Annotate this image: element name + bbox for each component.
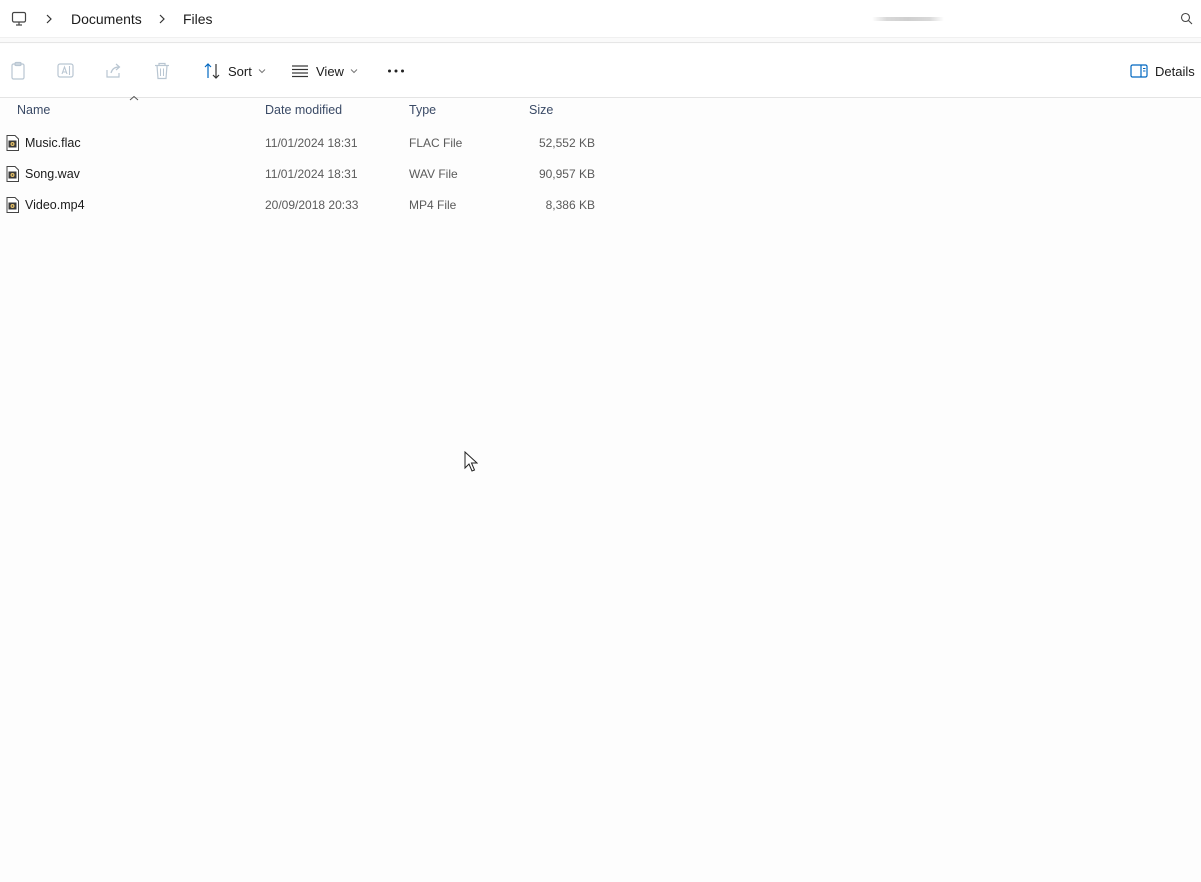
file-row[interactable]: Music.flac 11/01/2024 18:31 FLAC File 52…	[0, 129, 620, 157]
file-size: 90,957 KB	[538, 167, 595, 181]
details-pane-button[interactable]: Details	[1130, 58, 1195, 84]
file-type: FLAC File	[409, 136, 463, 150]
view-list-icon	[292, 65, 308, 78]
view-button[interactable]: View	[291, 58, 358, 84]
paste-icon	[11, 61, 25, 80]
sort-label: Sort	[228, 63, 252, 79]
search-box[interactable]	[872, 17, 944, 21]
view-label: View	[316, 63, 344, 79]
chevron-right-icon[interactable]	[157, 12, 167, 26]
sort-icon	[204, 63, 220, 79]
file-explorer-window: Documents Files Sort View Details Name D…	[0, 0, 1201, 882]
breadcrumb-documents[interactable]: Documents	[71, 11, 142, 27]
file-row[interactable]: Video.mp4 20/09/2018 20:33 MP4 File 8,38…	[0, 191, 620, 219]
rename-button[interactable]	[56, 58, 76, 84]
breadcrumb-files[interactable]: Files	[183, 11, 213, 27]
share-icon	[106, 63, 121, 78]
file-date-modified: 11/01/2024 18:31	[265, 167, 358, 181]
file-name: Music.flac	[25, 136, 81, 150]
mouse-pointer-icon	[464, 451, 478, 472]
address-bar[interactable]: Documents Files	[0, 0, 1201, 38]
file-type: WAV File	[409, 167, 458, 181]
chevron-down-icon	[350, 69, 358, 74]
media-file-icon	[6, 197, 19, 213]
search-icon[interactable]	[1180, 12, 1193, 25]
sort-ascending-indicator-icon	[129, 95, 139, 101]
details-pane-icon	[1130, 64, 1148, 78]
this-pc-icon[interactable]	[11, 11, 27, 27]
address-toolbar-divider	[0, 38, 1201, 43]
rename-icon	[57, 63, 74, 78]
file-date-modified: 20/09/2018 20:33	[265, 198, 359, 212]
chevron-down-icon	[258, 69, 266, 74]
column-header-type[interactable]: Type	[409, 103, 436, 117]
trash-icon	[155, 62, 169, 80]
media-file-icon	[6, 135, 19, 151]
more-options-icon	[388, 69, 404, 73]
column-header-size[interactable]: Size	[529, 103, 553, 117]
file-name: Song.wav	[25, 167, 80, 181]
column-header-name[interactable]: Name	[17, 103, 50, 117]
command-bar: Sort View Details	[0, 44, 1201, 98]
details-label: Details	[1155, 63, 1195, 79]
file-size: 8,386 KB	[545, 198, 595, 212]
file-name: Video.mp4	[25, 198, 85, 212]
chevron-right-icon[interactable]	[44, 12, 54, 26]
sort-button[interactable]: Sort	[203, 58, 266, 84]
see-more-button[interactable]	[386, 58, 406, 84]
file-row[interactable]: Song.wav 11/01/2024 18:31 WAV File 90,95…	[0, 160, 620, 188]
media-file-icon	[6, 166, 19, 182]
paste-button[interactable]	[9, 58, 27, 84]
delete-button[interactable]	[152, 58, 172, 84]
file-type: MP4 File	[409, 198, 457, 212]
share-button[interactable]	[104, 58, 124, 84]
column-header-date-modified[interactable]: Date modified	[265, 103, 342, 117]
file-size: 52,552 KB	[538, 136, 595, 150]
file-date-modified: 11/01/2024 18:31	[265, 136, 358, 150]
